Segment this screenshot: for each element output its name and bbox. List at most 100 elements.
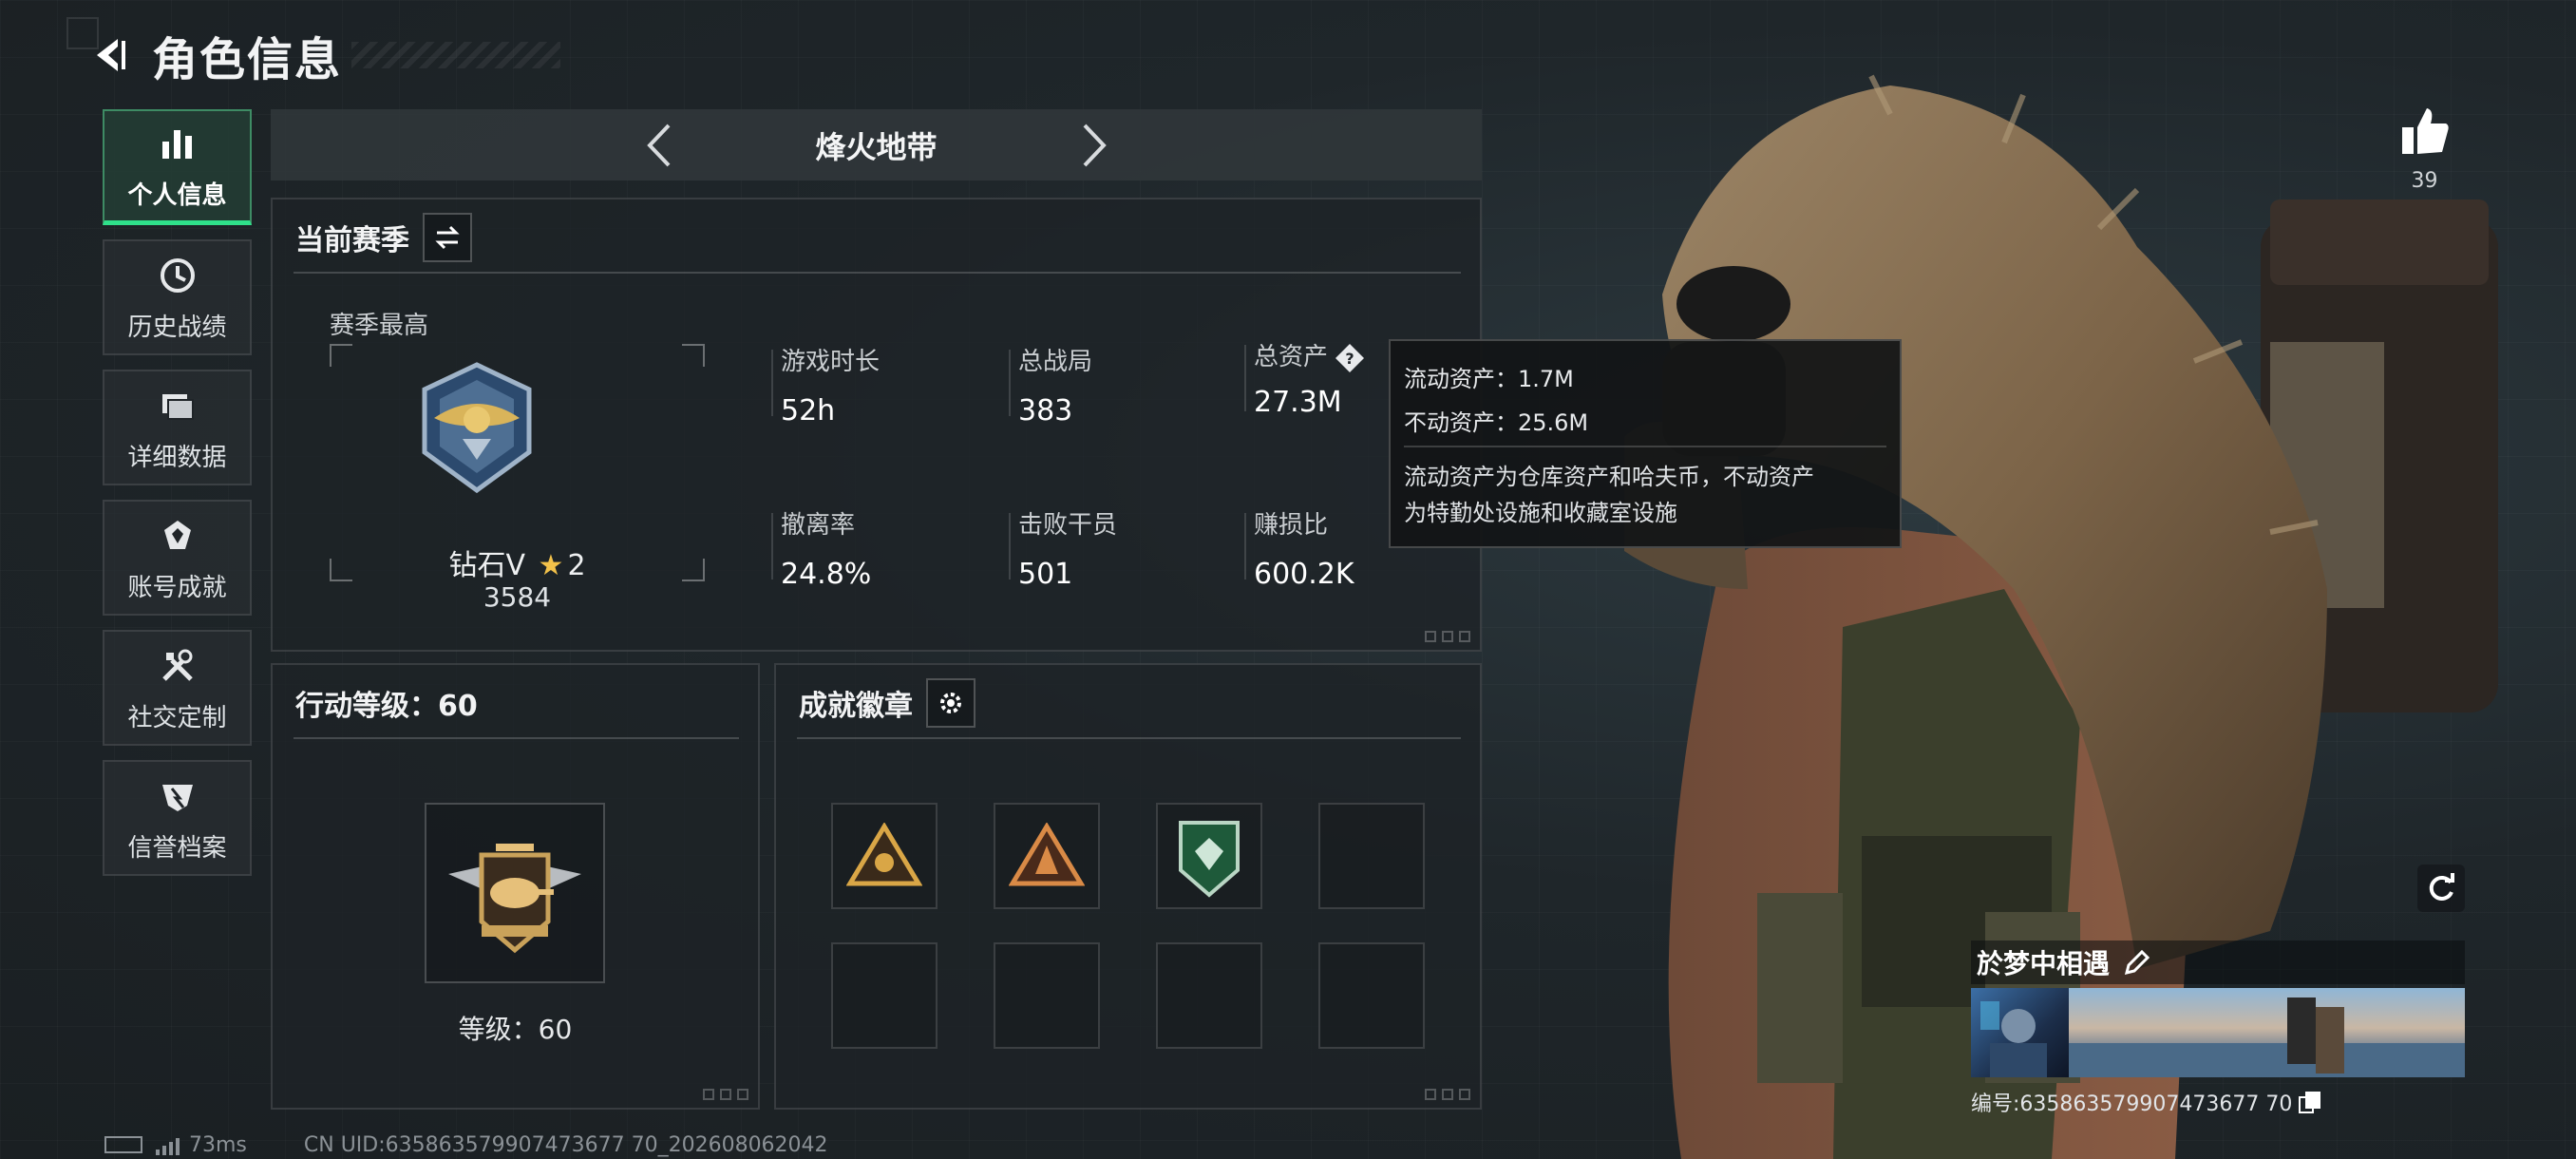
assets-tooltip: 流动资产：1.7M 不动资产：25.6M 流动资产为仓库资产和哈夫币，不动资产 …: [1389, 339, 1902, 548]
level-label: 等级：60: [458, 1014, 573, 1045]
sidebar-item-detailed-data[interactable]: 详细数据: [103, 370, 252, 485]
action-level-title: 行动等级：60: [295, 690, 478, 723]
tooltip-fixed-assets: 不动资产：25.6M: [1404, 408, 1589, 436]
helicopter-badge-icon: [448, 844, 581, 954]
sidebar-item-label: 账号成就: [127, 573, 227, 602]
refresh-icon: [2429, 873, 2454, 901]
achievement-badge-slot[interactable]: [831, 803, 938, 909]
help-icon[interactable]: ?: [1334, 342, 1366, 374]
achievement-badge-slot-empty[interactable]: [1156, 942, 1262, 1049]
stat-evac-rate: 撤离率 24.8%: [771, 505, 990, 591]
sidebar-item-personal-info[interactable]: 个人信息: [103, 109, 252, 225]
achievement-panel: 成就徽章: [774, 663, 1482, 1110]
stat-label: 总资产: [1254, 343, 1329, 371]
season-title: 当前赛季: [295, 224, 409, 257]
achievement-badge-slot-empty[interactable]: [994, 942, 1100, 1049]
stat-label: 总战局: [1018, 348, 1093, 376]
achievement-badge-slot-empty[interactable]: [831, 942, 938, 1049]
next-mode-button[interactable]: [1057, 109, 1133, 180]
player-id: 编号:635863579907473677 70: [1971, 1092, 2293, 1116]
banner-image: [2069, 988, 2465, 1077]
divider: [797, 737, 1461, 739]
stat-value: 24.8%: [781, 558, 872, 591]
page-title: 角色信息: [152, 33, 343, 86]
achievement-icon: [155, 513, 200, 559]
sidebar-item-label: 个人信息: [127, 181, 227, 210]
panel-corner-dots: [1425, 631, 1470, 642]
star-icon: ★: [538, 549, 564, 582]
achievement-badge-slot[interactable]: [994, 803, 1100, 909]
like-button[interactable]: [2394, 104, 2455, 162]
back-button[interactable]: [66, 17, 152, 93]
sidebar-item-account-achievement[interactable]: 账号成就: [103, 500, 252, 616]
edit-name-button[interactable]: [2123, 948, 2151, 977]
switch-season-button[interactable]: [423, 213, 472, 262]
season-panel: 当前赛季 赛季最高 钻石V ★2 3584 游戏时长 52h 总战局 383: [271, 198, 1482, 652]
stat-label: 游戏时长: [781, 348, 881, 376]
panel-corner-dots: [1425, 1089, 1470, 1100]
svg-text:?: ?: [1345, 350, 1354, 368]
player-banner[interactable]: [1971, 988, 2465, 1077]
divider: [294, 737, 739, 739]
avatar: [1971, 988, 2069, 1077]
clock-icon: [155, 253, 200, 298]
stat-value: 52h: [781, 394, 836, 428]
tooltip-liquid-assets: 流动资产：1.7M: [1404, 365, 1574, 392]
stat-play-time: 游戏时长 52h: [771, 342, 990, 428]
battery-icon: [104, 1136, 142, 1153]
stat-label: 击败干员: [1018, 511, 1118, 540]
sidebar-item-label: 历史战绩: [127, 313, 227, 342]
action-level-panel: 行动等级：60 等级：60: [271, 663, 760, 1110]
bar-chart-icon: [155, 121, 200, 166]
stat-value: 383: [1018, 394, 1073, 428]
tooltip-divider: [1404, 446, 1886, 447]
sidebar-item-label: 信誉档案: [127, 833, 227, 863]
mode-title: 烽火地带: [815, 128, 938, 165]
rank-stars: 2: [567, 549, 586, 582]
player-card: 於梦中相遇 编号:635863579907473677 70: [1971, 940, 2465, 1121]
player-id-row: 编号:635863579907473677 70: [1971, 1087, 2465, 1117]
tools-icon: [155, 643, 200, 689]
triangle-badge-icon: [1009, 823, 1085, 886]
player-name: 於梦中相遇: [1977, 948, 2111, 979]
stat-value: 600.2K: [1254, 558, 1354, 591]
season-best-label: 赛季最高: [330, 312, 429, 340]
achievement-badge-slot-empty[interactable]: [1318, 942, 1425, 1049]
tooltip-desc-line1: 流动资产为仓库资产和哈夫币，不动资产: [1404, 464, 1814, 490]
sidebar: 个人信息 历史战绩 详细数据 账号成就 社交定制 信誉档案: [103, 109, 252, 890]
prev-mode-button[interactable]: [620, 109, 696, 180]
reputation-icon: [155, 773, 200, 819]
rank-name: 钻石V: [448, 549, 525, 582]
ping: 73ms: [189, 1132, 247, 1157]
swap-icon: [435, 225, 460, 250]
level-badge[interactable]: [425, 803, 605, 983]
triangle-badge-icon: [846, 823, 922, 886]
stat-kills: 击败干员 501: [1009, 505, 1227, 591]
chevron-left-icon: [646, 124, 670, 166]
thumbs-up-icon: [2401, 108, 2449, 154]
sidebar-item-history[interactable]: 历史战绩: [103, 239, 252, 355]
shield-badge-icon: [1179, 821, 1240, 898]
sidebar-item-reputation[interactable]: 信誉档案: [103, 760, 252, 876]
folder-icon: [155, 383, 200, 428]
achievement-badge-slot-empty[interactable]: [1318, 803, 1425, 909]
pencil-icon: [2124, 949, 2150, 976]
copy-button[interactable]: [2298, 1090, 2322, 1114]
mode-selector: 烽火地带: [271, 109, 1482, 180]
sidebar-item-social-custom[interactable]: 社交定制: [103, 630, 252, 746]
signal-icon: [156, 1134, 180, 1155]
uid-text: CN UID:635863579907473677 70_20260806204…: [303, 1132, 828, 1157]
like-count: 39: [2411, 169, 2438, 193]
status-footer: 73ms CN UID:635863579907473677 70_202608…: [104, 1130, 828, 1159]
rank-score: 3584: [483, 581, 552, 613]
achievement-settings-button[interactable]: [926, 678, 975, 728]
stat-total-matches: 总战局 383: [1009, 342, 1227, 428]
refresh-button[interactable]: [2417, 864, 2465, 912]
like-area: 39: [2394, 104, 2455, 193]
achievement-title: 成就徽章: [799, 690, 913, 723]
player-name-row: 於梦中相遇: [1971, 940, 2465, 984]
copy-icon: [2299, 1092, 2321, 1113]
divider: [294, 272, 1461, 274]
tooltip-desc-line2: 为特勤处设施和收藏室设施: [1404, 500, 1677, 526]
achievement-badge-slot[interactable]: [1156, 803, 1262, 909]
